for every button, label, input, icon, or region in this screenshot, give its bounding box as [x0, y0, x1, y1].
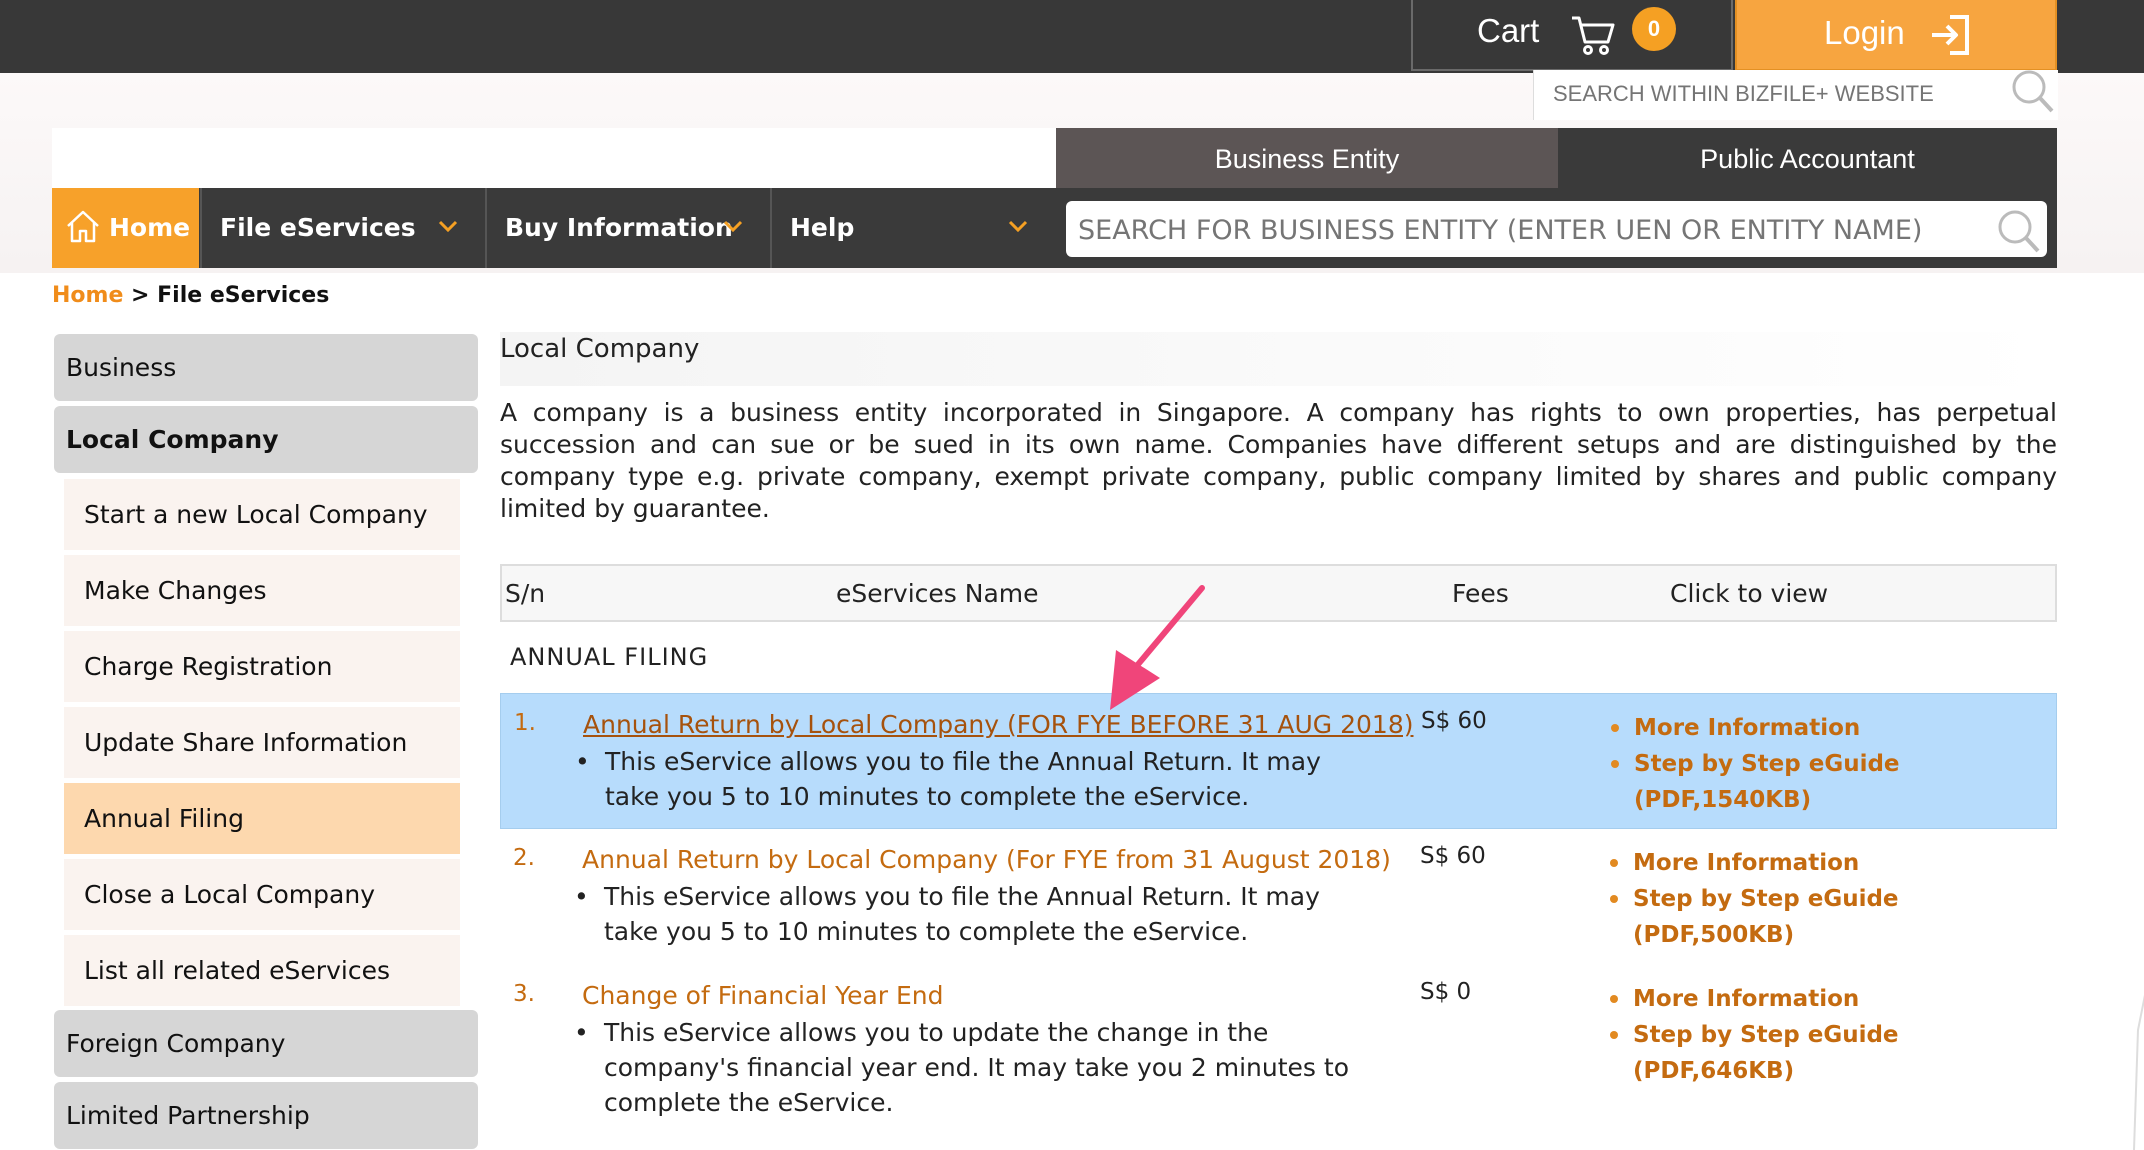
- row-number: 3.: [513, 981, 535, 1007]
- entity-search-input[interactable]: [1076, 207, 1980, 253]
- eservice-description: This eService allows you to file the Ann…: [575, 744, 1365, 814]
- sidebar-item-local-company[interactable]: Local Company: [54, 406, 478, 473]
- nav-buy-information[interactable]: Buy Information: [485, 188, 769, 268]
- row-links: More Information Step by Step eGuide (PD…: [1610, 845, 2057, 953]
- column-header-view: Click to view: [1670, 579, 1829, 608]
- eservice-link[interactable]: Annual Return by Local Company (FOR FYE …: [583, 710, 1413, 739]
- tab-public-accountant[interactable]: Public Accountant: [1558, 128, 2057, 190]
- eservice-description: This eService allows you to file the Ann…: [574, 879, 1364, 949]
- nav-file-eservices-label[interactable]: File eServices: [220, 188, 416, 268]
- eservice-fee: S$ 60: [1421, 708, 1487, 734]
- cart-label[interactable]: Cart: [1477, 12, 1539, 50]
- nav-home-label[interactable]: Home: [109, 188, 190, 268]
- page-description: A company is a business entity incorpora…: [500, 398, 2057, 523]
- column-header-sn: S/n: [505, 579, 546, 608]
- eguide-link[interactable]: Step by Step eGuide (PDF,646KB): [1610, 1017, 2057, 1089]
- breadcrumb-separator: >: [123, 283, 158, 308]
- chevron-down-icon: [723, 220, 743, 232]
- sidebar-item-charge-registration[interactable]: Charge Registration: [64, 631, 460, 702]
- cart-count-badge: 0: [1632, 7, 1676, 51]
- breadcrumb-current: File eServices: [157, 283, 330, 308]
- sidebar-item-update-share-information[interactable]: Update Share Information: [64, 707, 460, 778]
- row-links: More Information Step by Step eGuide (PD…: [1610, 981, 2057, 1089]
- sidebar-item-start-local-company[interactable]: Start a new Local Company: [64, 479, 460, 550]
- table-row: 1. Annual Return by Local Company (FOR F…: [500, 693, 2057, 829]
- more-information-link[interactable]: More Information: [1611, 710, 2056, 746]
- table-header: S/n eServices Name Fees Click to view: [500, 564, 2057, 622]
- nav-buy-information-label[interactable]: Buy Information: [505, 188, 733, 268]
- more-information-link[interactable]: More Information: [1610, 981, 2057, 1017]
- eservice-fee: S$ 0: [1420, 979, 1472, 1005]
- content-title-bar: [500, 332, 2057, 386]
- more-information-link[interactable]: More Information: [1610, 845, 2057, 881]
- scrollbar-edge[interactable]: [2124, 990, 2144, 1150]
- nav-home[interactable]: Home: [52, 188, 199, 268]
- breadcrumb-home[interactable]: Home: [52, 283, 123, 308]
- search-icon[interactable]: [1995, 206, 2041, 254]
- table-row: 2. Annual Return by Local Company (For F…: [500, 829, 2057, 965]
- nav-file-eservices[interactable]: File eServices: [200, 188, 484, 268]
- tab-business-entity[interactable]: Business Entity: [1056, 128, 1558, 190]
- sidebar-item-business[interactable]: Business: [54, 334, 478, 401]
- row-number: 1.: [514, 710, 536, 736]
- sign-in-icon[interactable]: [1928, 14, 1970, 56]
- column-header-name: eServices Name: [836, 579, 1039, 608]
- chevron-down-icon: [438, 220, 458, 232]
- annotation-arrow-icon: [1110, 585, 1205, 710]
- home-icon: [67, 210, 99, 243]
- sidebar-item-foreign-company[interactable]: Foreign Company: [54, 1010, 478, 1077]
- sidebar-item-close-local-company[interactable]: Close a Local Company: [64, 859, 460, 930]
- page-title: Local Company: [500, 334, 700, 364]
- sidebar-item-annual-filing[interactable]: Annual Filing: [64, 783, 460, 854]
- eguide-link[interactable]: Step by Step eGuide (PDF,500KB): [1610, 881, 2057, 953]
- nav-help-label[interactable]: Help: [790, 188, 854, 268]
- sidebar-item-limited-partnership[interactable]: Limited Partnership: [54, 1082, 478, 1149]
- login-label[interactable]: Login: [1824, 14, 1905, 52]
- header-strip: [52, 128, 1056, 188]
- breadcrumb: Home > File eServices: [52, 283, 329, 308]
- section-heading: ANNUAL FILING: [510, 643, 709, 671]
- sidebar-item-make-changes[interactable]: Make Changes: [64, 555, 460, 626]
- eservice-link[interactable]: Change of Financial Year End: [582, 981, 944, 1010]
- eservice-link[interactable]: Annual Return by Local Company (For FYE …: [582, 845, 1391, 874]
- row-number: 2.: [513, 845, 535, 871]
- column-header-fees: Fees: [1452, 579, 1509, 608]
- row-links: More Information Step by Step eGuide (PD…: [1611, 710, 2056, 818]
- chevron-down-icon: [1008, 220, 1028, 232]
- search-icon[interactable]: [2010, 66, 2054, 114]
- sidebar-item-list-related-eservices[interactable]: List all related eServices: [64, 935, 460, 1006]
- eguide-link[interactable]: Step by Step eGuide (PDF,1540KB): [1611, 746, 2056, 818]
- nav-help[interactable]: Help: [770, 188, 1054, 268]
- eservice-fee: S$ 60: [1420, 843, 1486, 869]
- table-row: 3. Change of Financial Year End This eSe…: [500, 965, 2057, 1132]
- site-search-input[interactable]: [1551, 76, 1985, 112]
- eservice-description: This eService allows you to update the c…: [574, 1015, 1364, 1120]
- cart-icon[interactable]: [1570, 12, 1616, 58]
